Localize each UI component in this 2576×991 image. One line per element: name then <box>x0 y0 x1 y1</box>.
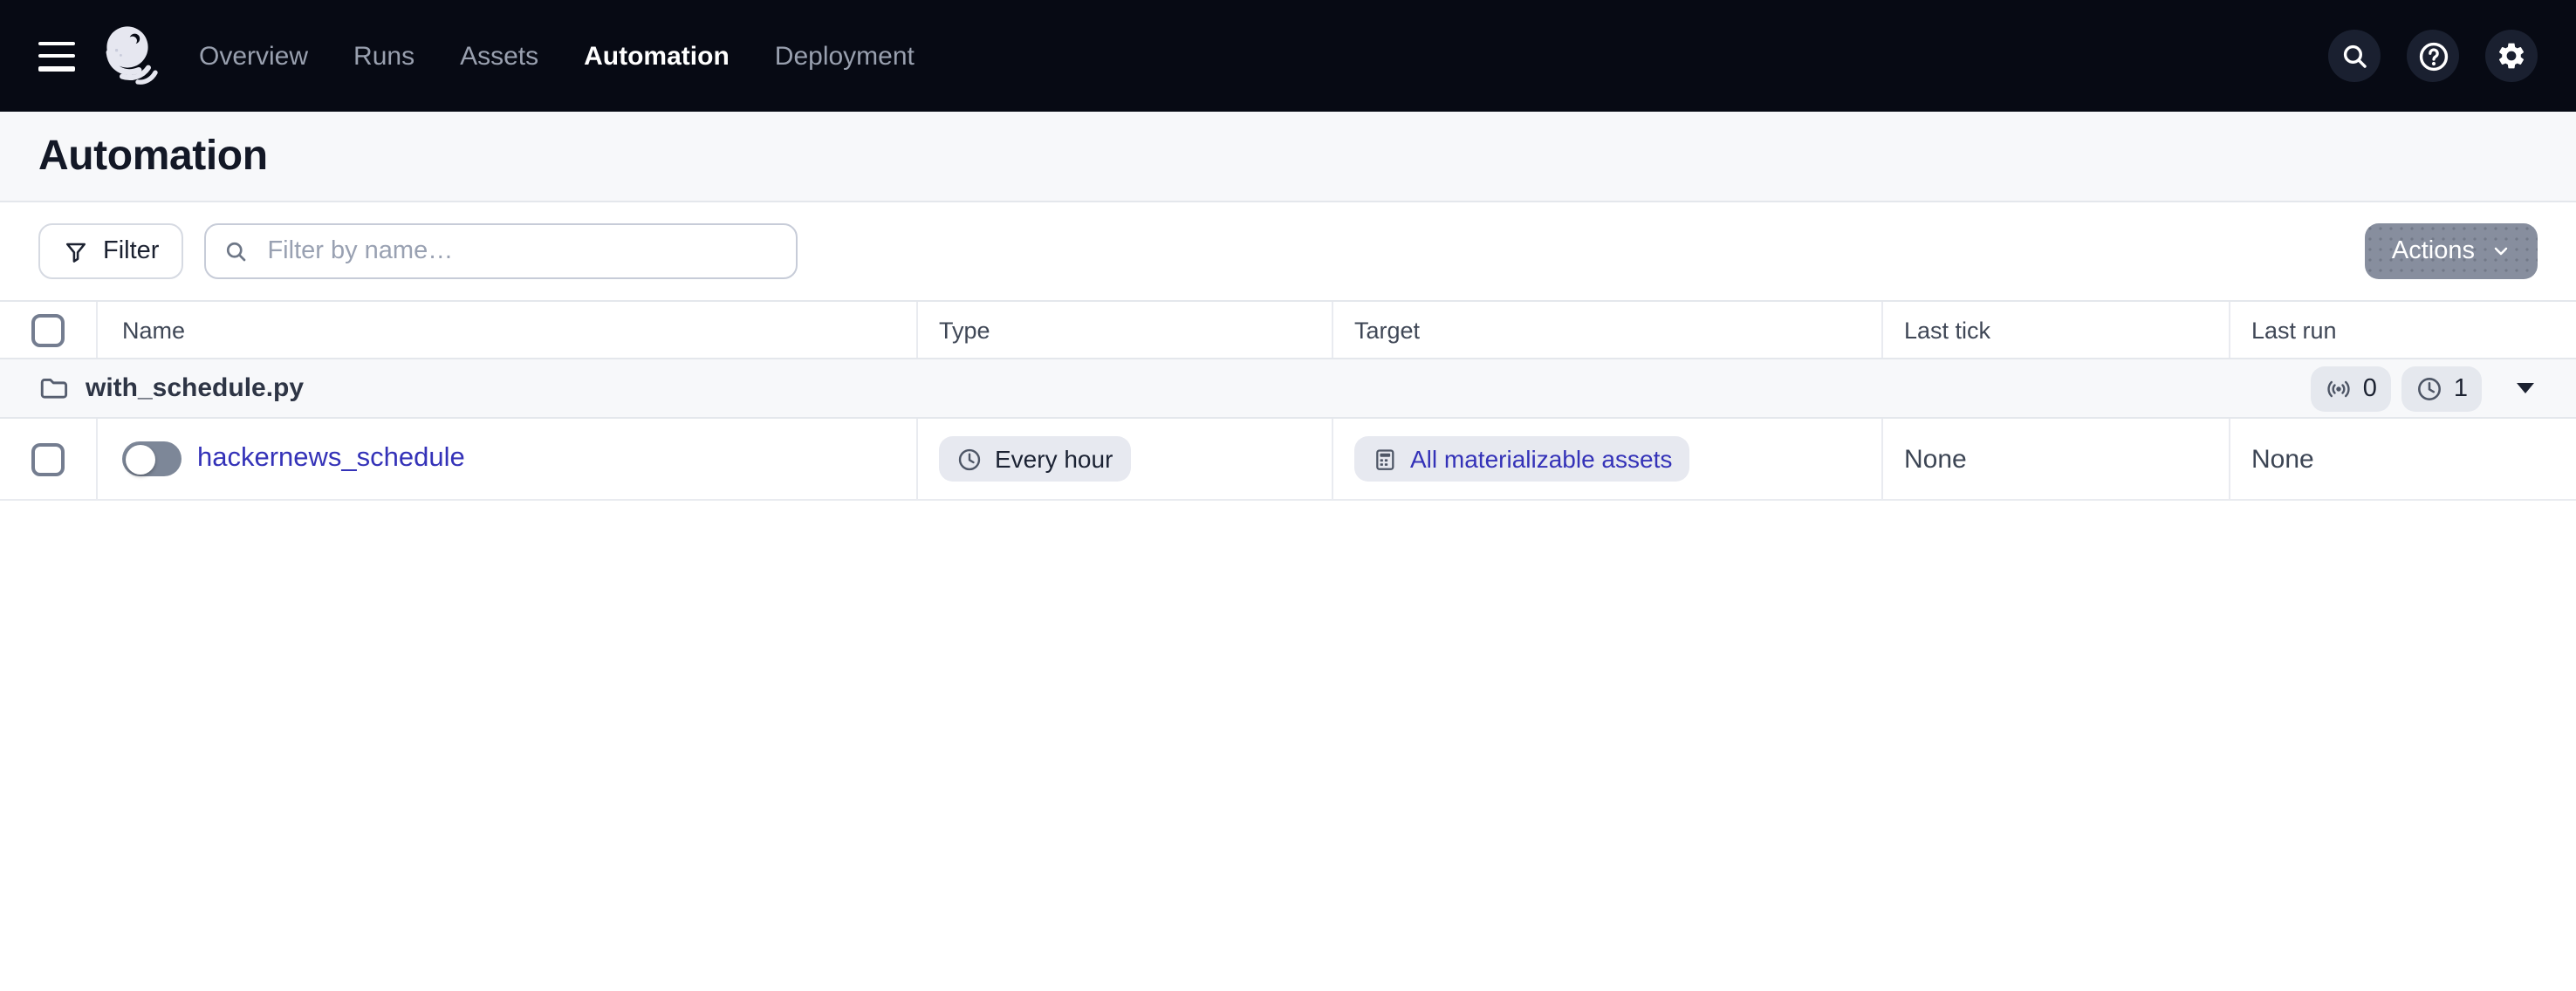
schedule-type-chip: Every hour <box>939 436 1131 482</box>
actions-button[interactable]: Actions <box>2365 223 2538 279</box>
filter-by-name-input[interactable] <box>264 236 779 267</box>
gear-icon <box>2498 43 2525 69</box>
sensor-count: 0 <box>2362 374 2377 402</box>
caret-down-icon <box>2517 383 2534 393</box>
target-chip[interactable]: All materializable assets <box>1354 436 1690 482</box>
last-tick-value: None <box>1904 444 1967 474</box>
column-header-name: Name <box>98 302 918 358</box>
chevron-down-icon <box>2494 247 2508 256</box>
table-header-row: Name Type Target Last tick Last run <box>0 300 2576 359</box>
select-all-checkbox[interactable] <box>31 313 65 346</box>
page-title: Automation <box>38 132 268 179</box>
actions-button-label: Actions <box>2391 237 2475 265</box>
column-header-last-tick: Last tick <box>1883 302 2230 358</box>
dagster-logo[interactable] <box>101 23 171 89</box>
search-input-icon <box>227 241 246 261</box>
row-target-cell: All materializable assets <box>1333 419 1883 499</box>
toggle-knob <box>125 444 154 474</box>
group-name: with_schedule.py <box>86 373 305 403</box>
automation-table: Name Type Target Last tick Last run with… <box>0 300 2576 501</box>
search-box <box>204 223 798 279</box>
settings-button[interactable] <box>2485 30 2538 82</box>
dagster-logo-icon <box>106 26 158 85</box>
sensor-icon <box>2327 379 2350 397</box>
automation-page: Overview Runs Assets Automation Deployme… <box>0 0 2576 991</box>
help-icon <box>2418 41 2448 71</box>
primary-nav: Overview Runs Assets Automation Deployme… <box>199 41 915 71</box>
schedule-count: 1 <box>2453 374 2468 402</box>
sensor-count-badge: 0 <box>2310 366 2391 411</box>
column-header-target: Target <box>1333 302 1883 358</box>
nav-item-deployment[interactable]: Deployment <box>775 41 915 71</box>
automation-row-hackernews-schedule: hackernews_schedule Every hour All mater… <box>0 419 2576 501</box>
search-icon <box>2342 44 2366 67</box>
schedule-name-link[interactable]: hackernews_schedule <box>197 443 465 475</box>
column-header-type: Type <box>918 302 1333 358</box>
folder-icon <box>40 379 68 399</box>
clock-icon <box>2417 377 2441 400</box>
topbar-icon-buttons <box>2328 30 2538 82</box>
schedule-type-label: Every hour <box>995 445 1113 473</box>
help-button[interactable] <box>2407 30 2459 82</box>
row-type-cell: Every hour <box>918 419 1333 499</box>
filter-button[interactable]: Filter <box>38 223 184 279</box>
filter-funnel-icon <box>65 242 86 262</box>
search-button[interactable] <box>2328 30 2381 82</box>
assets-grid-icon <box>1376 448 1394 469</box>
schedule-count-badge: 1 <box>2401 366 2482 411</box>
row-checkbox-cell <box>0 419 98 499</box>
nav-item-runs[interactable]: Runs <box>353 41 414 71</box>
clock-icon <box>958 448 981 470</box>
schedule-toggle[interactable] <box>122 441 182 476</box>
toolbar: Filter Actions <box>0 202 2576 300</box>
page-header: Automation <box>0 112 2576 202</box>
target-label: All materializable assets <box>1410 445 1673 473</box>
row-last-tick-cell: None <box>1883 419 2230 499</box>
last-run-value: None <box>2251 444 2314 474</box>
row-checkbox[interactable] <box>31 442 65 475</box>
hamburger-menu-icon[interactable] <box>38 41 75 71</box>
column-header-last-run: Last run <box>2251 317 2337 343</box>
row-last-run-cell: None <box>2230 419 2576 499</box>
filter-button-label: Filter <box>103 237 160 265</box>
row-name-cell: hackernews_schedule <box>98 419 918 499</box>
nav-item-overview[interactable]: Overview <box>199 41 308 71</box>
group-counts: 0 1 <box>2310 366 2538 411</box>
nav-item-automation[interactable]: Automation <box>584 41 730 71</box>
header-checkbox-cell <box>0 302 98 358</box>
nav-item-assets[interactable]: Assets <box>460 41 538 71</box>
group-expand-caret[interactable] <box>2513 379 2538 398</box>
top-nav-bar: Overview Runs Assets Automation Deployme… <box>0 0 2576 112</box>
code-location-group-row[interactable]: with_schedule.py 0 1 <box>0 359 2576 419</box>
